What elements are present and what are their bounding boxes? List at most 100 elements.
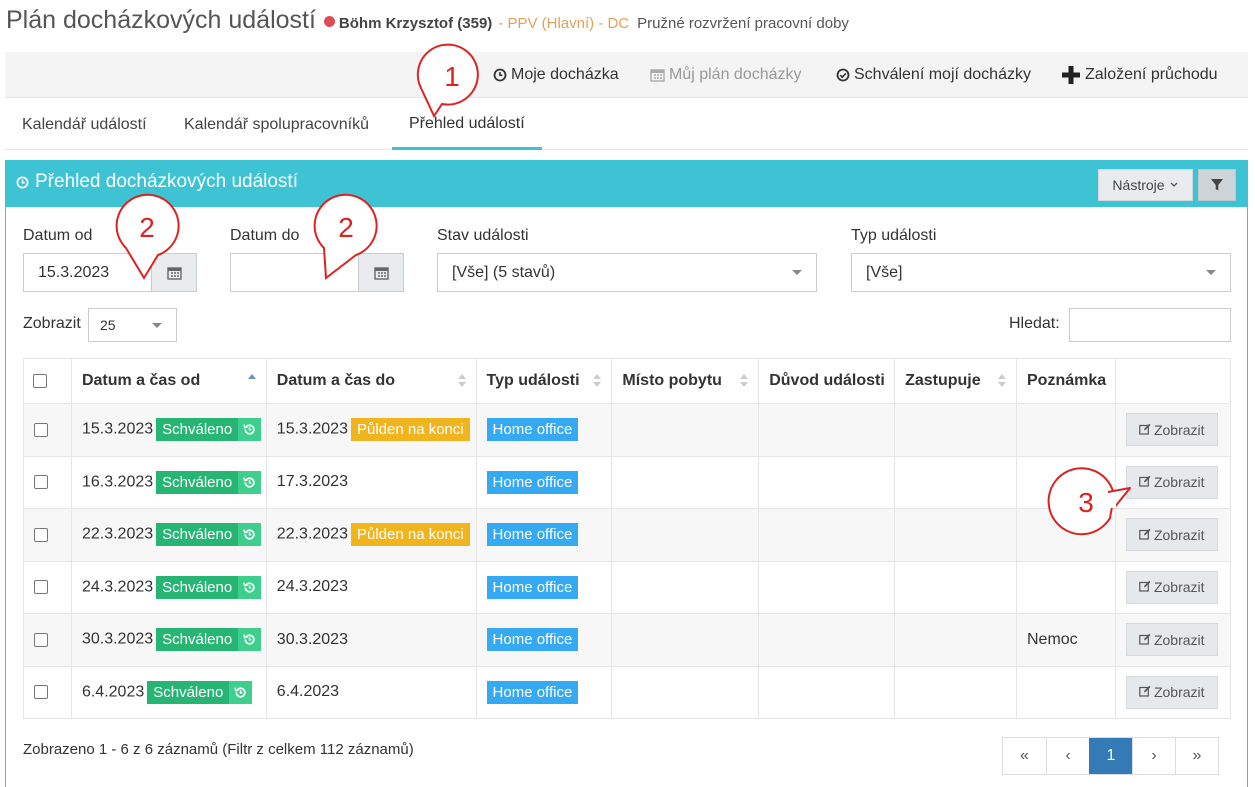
col-date-to[interactable]: Datum a čas do xyxy=(265,358,477,404)
cell-date-from: 24.3.2023 Schváleno xyxy=(70,560,267,614)
cell-event-type: Home office xyxy=(475,455,613,509)
event-type-badge: Home office xyxy=(486,628,579,652)
date-to-label: Datum do xyxy=(230,227,300,244)
cell-substitute xyxy=(894,508,1017,562)
row-checkbox[interactable] xyxy=(34,475,48,490)
approved-badge-label: Schváleno xyxy=(156,575,239,599)
cell-reason xyxy=(758,403,896,457)
page-size-label: Zobrazit xyxy=(23,315,81,332)
row-checkbox[interactable] xyxy=(34,580,48,595)
approved-badge[interactable]: Schváleno xyxy=(156,523,262,547)
show-button-label: Zobrazit xyxy=(1153,631,1205,648)
date-from-value: 16.3.2023 xyxy=(81,473,154,491)
row-checkbox[interactable] xyxy=(34,632,48,647)
tab-label: Kalendář událostí xyxy=(22,116,147,133)
col-location[interactable]: Místo pobytu xyxy=(611,358,760,404)
show-button[interactable]: Zobrazit xyxy=(1125,518,1218,552)
show-button[interactable]: Zobrazit xyxy=(1125,570,1218,604)
row-select-cell xyxy=(23,508,72,562)
cell-date-from: 6.4.2023 Schváleno xyxy=(70,665,267,719)
date-to-value: 24.3.2023 xyxy=(276,578,348,596)
event-type-select[interactable]: [Vše] xyxy=(851,253,1231,292)
approved-badge[interactable]: Schváleno xyxy=(147,680,253,704)
date-from-value: 24.3.2023 xyxy=(81,578,154,596)
date-from-value: 30.3.2023 xyxy=(81,630,154,648)
row-checkbox[interactable] xyxy=(34,685,48,700)
row-checkbox[interactable] xyxy=(34,422,48,437)
history-icon[interactable] xyxy=(238,470,262,494)
show-button[interactable]: Zobrazit xyxy=(1125,413,1218,447)
pager-prev[interactable]: ‹ xyxy=(1046,738,1089,774)
edit-icon xyxy=(1139,684,1154,700)
approved-badge[interactable]: Schváleno xyxy=(156,575,262,599)
cell-date-to: 24.3.2023 xyxy=(265,560,477,614)
edit-icon xyxy=(1139,579,1154,595)
clock-icon xyxy=(16,176,29,188)
create-pass-label: Založení průchodu xyxy=(1085,66,1218,83)
event-status-select[interactable]: [Vše] (5 stavů) xyxy=(437,253,817,292)
col-substitute-label: Zastupuje xyxy=(905,372,981,389)
tools-dropdown-button[interactable]: Nástroje xyxy=(1098,169,1193,201)
pager-last[interactable]: » xyxy=(1175,738,1218,774)
edit-icon xyxy=(1139,632,1154,648)
pager-page-1[interactable]: 1 xyxy=(1089,738,1132,774)
cell-substitute xyxy=(894,665,1017,719)
col-note[interactable]: Poznámka xyxy=(1016,358,1116,404)
cell-reason xyxy=(758,560,896,614)
event-type-badge: Home office xyxy=(486,575,579,599)
plus-icon xyxy=(1062,66,1080,84)
callout-2-to: 2 xyxy=(313,193,378,280)
cell-location xyxy=(611,455,760,509)
chevron-down-icon xyxy=(1170,182,1178,187)
history-icon[interactable] xyxy=(229,680,253,704)
col-location-label: Místo pobytu xyxy=(622,372,722,389)
callout-1: 1 xyxy=(416,43,479,118)
col-event-type-label: Typ události xyxy=(486,372,580,389)
col-date-from[interactable]: Datum a čas od xyxy=(70,358,267,404)
my-attendance-plan-label: Můj plán docházky xyxy=(669,66,802,83)
tab-event-calendar[interactable]: Kalendář událostí xyxy=(22,100,147,150)
sort-icon xyxy=(457,374,466,388)
show-button[interactable]: Zobrazit xyxy=(1125,675,1218,709)
history-icon[interactable] xyxy=(238,575,262,599)
show-button[interactable]: Zobrazit xyxy=(1125,465,1218,499)
show-button[interactable]: Zobrazit xyxy=(1125,623,1218,657)
history-icon[interactable] xyxy=(238,523,262,547)
approved-badge[interactable]: Schváleno xyxy=(156,418,262,442)
half-day-badge: Půlden na konci xyxy=(350,418,470,442)
page-size-select[interactable]: 25 xyxy=(88,308,177,342)
tools-label: Nástroje xyxy=(1112,177,1165,193)
pager-first[interactable]: « xyxy=(1003,738,1046,774)
tab-coworker-calendar[interactable]: Kalendář spolupracovníků xyxy=(184,100,369,150)
edit-icon xyxy=(1139,474,1154,490)
pager-next[interactable]: › xyxy=(1132,738,1175,774)
row-checkbox[interactable] xyxy=(34,527,48,542)
my-attendance-plan-button[interactable]: Můj plán docházky xyxy=(650,52,802,98)
sort-icon xyxy=(593,374,602,388)
cell-reason xyxy=(758,455,896,509)
history-icon[interactable] xyxy=(238,418,262,442)
caret-down-icon xyxy=(1206,270,1216,275)
history-icon[interactable] xyxy=(238,628,262,652)
cell-date-to: 30.3.2023 xyxy=(265,613,477,667)
cell-actions: Zobrazit xyxy=(1114,665,1232,719)
col-substitute[interactable]: Zastupuje xyxy=(894,358,1017,404)
cell-location xyxy=(611,560,760,614)
tab-label: Kalendář spolupracovníků xyxy=(184,116,370,133)
create-pass-button[interactable]: Založení průchodu xyxy=(1061,52,1218,98)
approved-badge[interactable]: Schváleno xyxy=(156,628,262,652)
action-bar: Moje docházka Můj plán docházky Schválen… xyxy=(5,52,1248,98)
col-event-type[interactable]: Typ události xyxy=(475,358,613,404)
search-input[interactable] xyxy=(1069,308,1231,342)
cell-event-type: Home office xyxy=(475,613,613,667)
tab-bar: Kalendář událostí Kalendář spolupracovní… xyxy=(5,100,1248,150)
filter-button[interactable] xyxy=(1198,169,1236,201)
select-all-checkbox[interactable] xyxy=(33,373,47,388)
approved-badge[interactable]: Schváleno xyxy=(156,470,262,494)
attendance-approval-button[interactable]: Schválení mojí docházky xyxy=(836,52,1031,98)
my-attendance-button[interactable]: Moje docházka xyxy=(493,52,619,98)
approved-badge-label: Schváleno xyxy=(156,470,239,494)
date-from-value: 6.4.2023 xyxy=(81,683,145,701)
col-reason[interactable]: Důvod události xyxy=(758,358,896,404)
select-all-cell xyxy=(23,358,72,404)
